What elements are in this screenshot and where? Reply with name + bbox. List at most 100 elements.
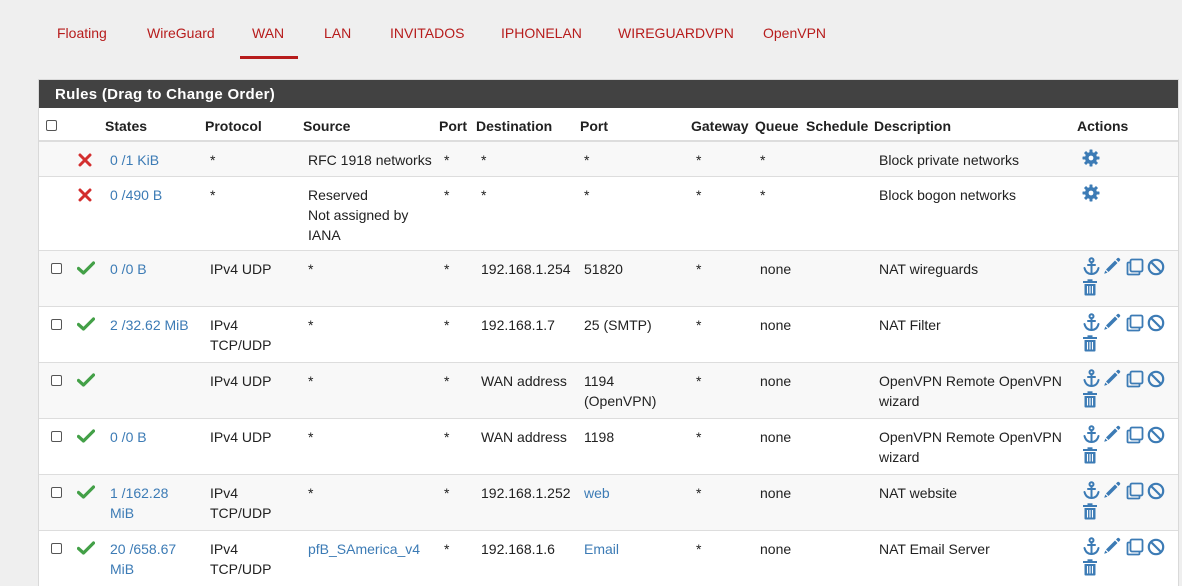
check-icon[interactable]: [77, 429, 95, 443]
select-all-checkbox[interactable]: [46, 120, 57, 131]
col-source[interactable]: Source: [303, 118, 350, 134]
col-gateway[interactable]: Gateway: [691, 118, 749, 134]
anchor-icon[interactable]: [1082, 369, 1101, 388]
source-cell: RFC 1918 networks: [308, 152, 432, 168]
row-checkbox[interactable]: [51, 263, 62, 274]
row-checkbox[interactable]: [51, 543, 62, 554]
ban-icon[interactable]: [1147, 538, 1165, 556]
col-source-port[interactable]: Port: [439, 118, 467, 134]
col-queue[interactable]: Queue: [755, 118, 799, 134]
states-link[interactable]: 1 /162.28: [110, 483, 168, 503]
tab-wan[interactable]: WAN: [239, 0, 299, 60]
protocol-cell: *: [210, 152, 216, 168]
trash-icon[interactable]: [1082, 279, 1098, 296]
col-actions: Actions: [1077, 118, 1129, 134]
row-checkbox[interactable]: [51, 431, 62, 442]
tab-wireguard[interactable]: WireGuard: [147, 0, 215, 60]
tab-floating[interactable]: Floating: [57, 0, 107, 60]
tab-iphonelan[interactable]: IPHONELAN: [501, 0, 582, 60]
states-link[interactable]: 0 /1 KiB: [110, 150, 159, 170]
check-icon[interactable]: [77, 485, 95, 499]
row-checkbox[interactable]: [51, 319, 62, 330]
tab-wireguardvpn[interactable]: WIREGUARDVPN: [618, 0, 734, 60]
table-row[interactable]: 20 /658.67 MiB IPv4 TCP/UDP pfB_SAmerica_v4 *…: [39, 531, 1178, 586]
check-icon[interactable]: [77, 541, 95, 555]
x-icon[interactable]: [78, 188, 92, 202]
anchor-icon[interactable]: [1082, 481, 1101, 500]
check-icon[interactable]: [77, 261, 95, 275]
check-icon[interactable]: [77, 373, 95, 387]
trash-icon[interactable]: [1082, 335, 1098, 352]
table-row[interactable]: 0 /0 B IPv4 UDP * * WAN address 1198 * none Open…: [39, 419, 1178, 475]
source-port-cell: *: [444, 187, 450, 203]
source-port-cell: *: [444, 373, 450, 389]
source-cell-line2: Not assigned by: [308, 207, 409, 223]
copy-icon[interactable]: [1126, 370, 1144, 388]
trash-icon[interactable]: [1082, 391, 1098, 408]
ban-icon[interactable]: [1147, 370, 1165, 388]
ban-icon[interactable]: [1147, 258, 1165, 276]
copy-icon[interactable]: [1126, 258, 1144, 276]
ban-icon[interactable]: [1147, 426, 1165, 444]
row-checkbox[interactable]: [51, 487, 62, 498]
protocol-cell: IPv4: [210, 485, 239, 501]
col-protocol[interactable]: Protocol: [205, 118, 262, 134]
pencil-icon[interactable]: [1103, 425, 1121, 443]
anchor-icon[interactable]: [1082, 537, 1101, 556]
gear-icon[interactable]: [1082, 149, 1100, 167]
row-checkbox[interactable]: [51, 375, 62, 386]
source-cell[interactable]: pfB_SAmerica_v4: [308, 539, 420, 559]
destination-port-cell: 1194: [584, 373, 615, 389]
protocol-cell: IPv4: [210, 541, 239, 557]
col-states[interactable]: States: [105, 118, 147, 134]
col-destination-port[interactable]: Port: [580, 118, 608, 134]
states-link[interactable]: 0 /0 B: [110, 259, 147, 279]
table-row[interactable]: 1 /162.28 MiB IPv4 TCP/UDP * * 192.168.1.252 we…: [39, 475, 1178, 531]
tab-openvpn[interactable]: OpenVPN: [763, 0, 826, 60]
tab-lan[interactable]: LAN: [324, 0, 351, 60]
pencil-icon[interactable]: [1103, 369, 1121, 387]
gear-icon[interactable]: [1082, 184, 1100, 202]
table-row[interactable]: 0 /1 KiB * RFC 1918 networks * * * * * Block pri…: [39, 142, 1178, 177]
col-schedule[interactable]: Schedule: [806, 118, 868, 134]
pencil-icon[interactable]: [1103, 257, 1121, 275]
table-row[interactable]: IPv4 UDP * * WAN address 1194 (OpenVPN) * none O…: [39, 363, 1178, 419]
trash-icon[interactable]: [1082, 447, 1098, 464]
states-link[interactable]: 20 /658.67: [110, 539, 176, 559]
table-row[interactable]: 0 /0 B IPv4 UDP * * 192.168.1.254 51820 * none N…: [39, 251, 1178, 307]
table-row[interactable]: 2 /32.62 MiB IPv4 TCP/UDP * * 192.168.1.7 25 (…: [39, 307, 1178, 363]
trash-icon[interactable]: [1082, 503, 1098, 520]
protocol-cell: IPv4: [210, 317, 239, 333]
destination-port-cell[interactable]: web: [584, 483, 610, 503]
copy-icon[interactable]: [1126, 482, 1144, 500]
table-row[interactable]: 0 /490 B * Reserved Not assigned by IANA * * * *…: [39, 177, 1178, 251]
pencil-icon[interactable]: [1103, 537, 1121, 555]
trash-icon[interactable]: [1082, 559, 1098, 576]
source-cell: *: [308, 485, 314, 501]
check-icon[interactable]: [77, 317, 95, 331]
states-link[interactable]: 2 /32.62 MiB: [110, 315, 189, 335]
x-icon[interactable]: [78, 153, 92, 167]
destination-port-cell[interactable]: Email: [584, 539, 619, 559]
states-link-cont[interactable]: MiB: [110, 503, 134, 523]
tab-invitados[interactable]: INVITADOS: [390, 0, 464, 60]
anchor-icon[interactable]: [1082, 425, 1101, 444]
copy-icon[interactable]: [1126, 538, 1144, 556]
states-link[interactable]: 0 /0 B: [110, 427, 147, 447]
states-link-cont[interactable]: MiB: [110, 559, 134, 579]
ban-icon[interactable]: [1147, 482, 1165, 500]
copy-icon[interactable]: [1126, 314, 1144, 332]
pencil-icon[interactable]: [1103, 481, 1121, 499]
gateway-cell: *: [696, 187, 702, 203]
ban-icon[interactable]: [1147, 314, 1165, 332]
anchor-icon[interactable]: [1082, 313, 1101, 332]
states-link[interactable]: 0 /490 B: [110, 185, 162, 205]
source-cell: *: [308, 429, 314, 445]
description-cell: NAT Email Server: [879, 541, 990, 557]
col-destination[interactable]: Destination: [476, 118, 552, 134]
pencil-icon[interactable]: [1103, 313, 1121, 331]
queue-cell: *: [760, 187, 766, 203]
queue-cell: *: [760, 152, 766, 168]
anchor-icon[interactable]: [1082, 257, 1101, 276]
copy-icon[interactable]: [1126, 426, 1144, 444]
